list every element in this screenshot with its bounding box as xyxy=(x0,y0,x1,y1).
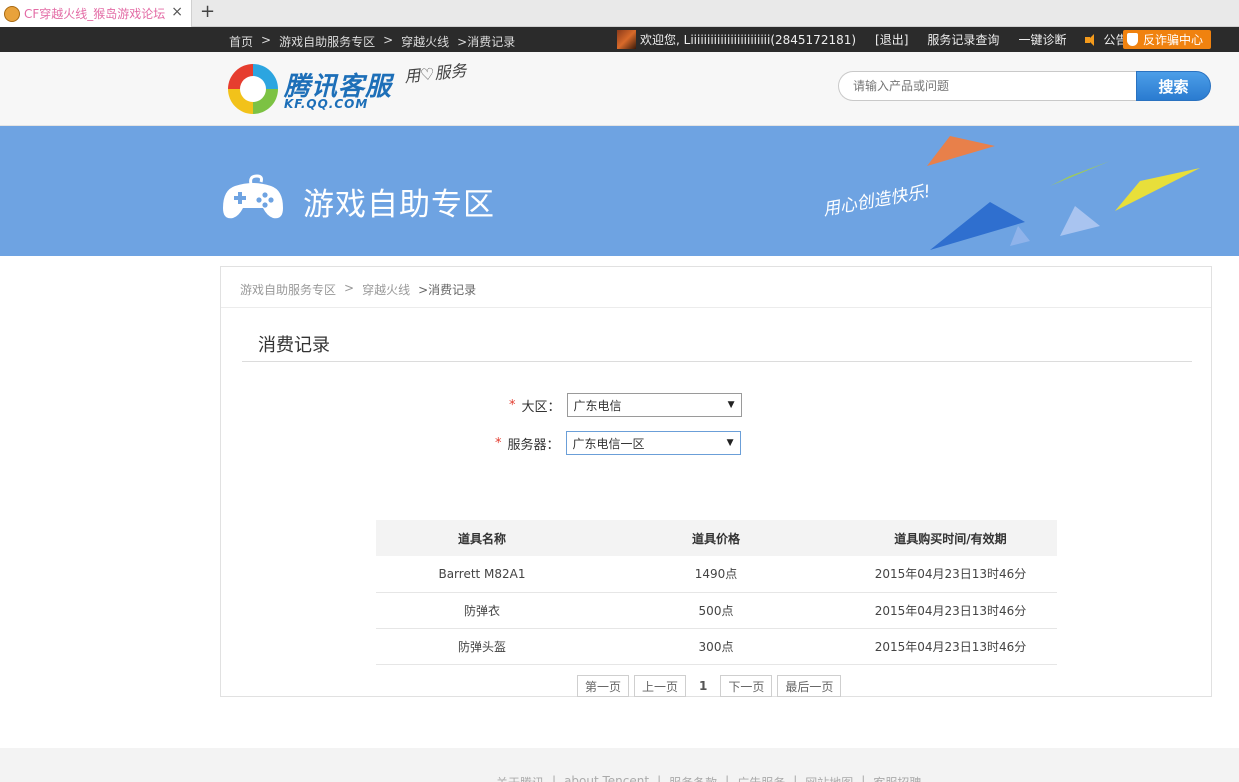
column-header-purchase-time: 道具购买时间/有效期 xyxy=(844,520,1057,556)
footer-separator: | xyxy=(861,774,866,782)
top-crumb-self-service[interactable]: 游戏自助服务专区 xyxy=(279,33,375,50)
logout-link[interactable]: [退出] xyxy=(875,31,908,48)
cell-item-price: 300点 xyxy=(588,628,844,665)
close-tab-icon[interactable]: × xyxy=(171,4,183,20)
diagnose-link[interactable]: 一键诊断 xyxy=(1018,31,1066,48)
gamepad-icon xyxy=(223,174,283,219)
content-card: 游戏自助服务专区 > 穿越火线 >消费记录 消费记录 * 大区： 广东电信 ▼ … xyxy=(220,266,1212,697)
footer-separator: | xyxy=(793,774,798,782)
table-header-row: 道具名称 道具价格 道具购买时间/有效期 xyxy=(376,520,1057,556)
server-label: 服务器： xyxy=(507,437,560,453)
notice-link[interactable]: 公告 xyxy=(1085,31,1127,48)
footer-link-ads[interactable]: 广告服务 xyxy=(737,774,785,782)
required-mark: * xyxy=(509,397,516,413)
footer-link-about[interactable]: 关于腾讯 xyxy=(496,774,544,782)
server-select[interactable]: 广东电信一区 ▼ xyxy=(565,431,741,455)
table-row: 防弹头盔 300点 2015年04月23日13时46分 xyxy=(376,628,1057,665)
cell-item-name: 防弹头盔 xyxy=(376,628,588,665)
crumb-self-service[interactable]: 游戏自助服务专区 xyxy=(240,281,336,298)
banner: 游戏自助专区 用心创造快乐! xyxy=(0,126,1239,256)
required-mark: * xyxy=(495,435,502,451)
region-select-value: 广东电信 xyxy=(573,398,622,413)
cell-purchase-time: 2015年04月23日13时46分 xyxy=(844,592,1057,629)
crumb-cf[interactable]: 穿越火线 xyxy=(362,281,410,298)
cell-item-name: Barrett M82A1 xyxy=(376,556,588,593)
fraud-center-label: 反诈骗中心 xyxy=(1143,33,1204,47)
last-page-button[interactable]: 最后一页 xyxy=(777,675,842,697)
speaker-icon xyxy=(1085,33,1099,46)
top-crumb-home[interactable]: 首页 xyxy=(229,33,253,50)
footer-link-terms[interactable]: 服务条款 xyxy=(669,774,717,782)
top-crumb-current: >消费记录 xyxy=(457,35,516,49)
browser-tab-title: CF穿越火线_猴岛游戏论坛 xyxy=(24,7,166,21)
fraud-center-button[interactable]: 反诈骗中心 xyxy=(1123,30,1211,49)
footer-separator: | xyxy=(725,774,730,782)
top-nav-bar: 首页 > 游戏自助服务专区 > 穿越火线 >消费记录 欢迎您, Liiiiiii… xyxy=(0,27,1239,52)
welcome-text: 欢迎您, Liiiiiiiiiiiiiiiiiiiiiiii(284517218… xyxy=(640,33,857,47)
footer-separator: | xyxy=(657,774,662,782)
cell-item-price: 1490点 xyxy=(588,556,844,593)
user-area: 欢迎您, Liiiiiiiiiiiiiiiiiiiiiiii(284517218… xyxy=(617,30,1127,49)
title-underline xyxy=(242,361,1192,362)
search-input[interactable] xyxy=(838,71,1138,101)
prev-page-button[interactable]: 上一页 xyxy=(634,675,687,697)
logo-slogan: 用♡服务 xyxy=(403,60,468,87)
chevron-down-icon: ▼ xyxy=(727,400,735,410)
monkey-favicon-icon xyxy=(4,5,20,22)
crumb-current: >消费记录 xyxy=(418,283,477,297)
footer-separator: | xyxy=(552,774,557,782)
decorative-paper-planes xyxy=(927,136,1200,250)
next-page-button[interactable]: 下一页 xyxy=(720,675,773,697)
column-header-item-name: 道具名称 xyxy=(376,520,588,556)
page-title: 消费记录 xyxy=(258,335,330,356)
shield-icon xyxy=(1127,33,1138,46)
banner-title: 游戏自助专区 xyxy=(303,187,495,223)
cell-item-price: 500点 xyxy=(588,592,844,629)
breadcrumb-separator: > xyxy=(344,281,355,295)
table-row: Barrett M82A1 1490点 2015年04月23日13时46分 xyxy=(376,556,1057,593)
top-breadcrumb: 首页 > 游戏自助服务专区 > 穿越火线 >消费记录 xyxy=(229,33,515,50)
avatar xyxy=(617,30,636,49)
card-divider xyxy=(221,307,1211,308)
browser-tab-strip: CF穿越火线_猴岛游戏论坛 × + xyxy=(0,0,1239,27)
logo-subtext: KF.QQ.COM xyxy=(284,97,369,111)
top-crumb-cf[interactable]: 穿越火线 xyxy=(401,33,449,50)
chevron-down-icon: ▼ xyxy=(726,438,734,448)
footer-link-sitemap[interactable]: 网站地图 xyxy=(805,774,853,782)
new-tab-button[interactable]: + xyxy=(200,1,215,22)
region-label: 大区： xyxy=(521,399,561,415)
region-select[interactable]: 广东电信 ▼ xyxy=(566,393,742,417)
service-records-link[interactable]: 服务记录查询 xyxy=(927,31,999,48)
breadcrumb-separator: > xyxy=(383,33,394,47)
breadcrumb-separator: > xyxy=(261,33,272,47)
table-row: 防弹衣 500点 2015年04月23日13时46分 xyxy=(376,592,1057,629)
browser-tab[interactable]: CF穿越火线_猴岛游戏论坛 × xyxy=(0,0,192,27)
region-row: * 大区： 广东电信 ▼ xyxy=(509,393,742,417)
purchase-table: 道具名称 道具价格 道具购买时间/有效期 Barrett M82A1 1490点… xyxy=(376,520,1057,665)
footer: 关于腾讯 | about Tencent | 服务条款 | 广告服务 | 网站地… xyxy=(0,748,1239,782)
footer-link-about-en[interactable]: about Tencent xyxy=(564,774,649,782)
cell-purchase-time: 2015年04月23日13时46分 xyxy=(844,628,1057,665)
first-page-button[interactable]: 第一页 xyxy=(577,675,630,697)
column-header-item-price: 道具价格 xyxy=(588,520,844,556)
breadcrumb: 游戏自助服务专区 > 穿越火线 >消费记录 xyxy=(240,281,476,298)
search-button[interactable]: 搜索 xyxy=(1136,71,1211,101)
qq-service-logo-icon[interactable] xyxy=(228,64,278,114)
cell-item-name: 防弹衣 xyxy=(376,592,588,629)
server-select-value: 广东电信一区 xyxy=(572,436,645,451)
pagination: 第一页 上一页 1 下一页 最后一页 xyxy=(577,675,846,697)
footer-links: 关于腾讯 | about Tencent | 服务条款 | 广告服务 | 网站地… xyxy=(496,774,921,782)
site-header: 腾讯客服 KF.QQ.COM 用♡服务 搜索 xyxy=(0,52,1239,126)
server-row: * 服务器： 广东电信一区 ▼ xyxy=(495,431,741,455)
cell-purchase-time: 2015年04月23日13时46分 xyxy=(844,556,1057,593)
current-page-number: 1 xyxy=(699,679,708,693)
footer-link-jobs[interactable]: 客服招聘 xyxy=(873,774,921,782)
